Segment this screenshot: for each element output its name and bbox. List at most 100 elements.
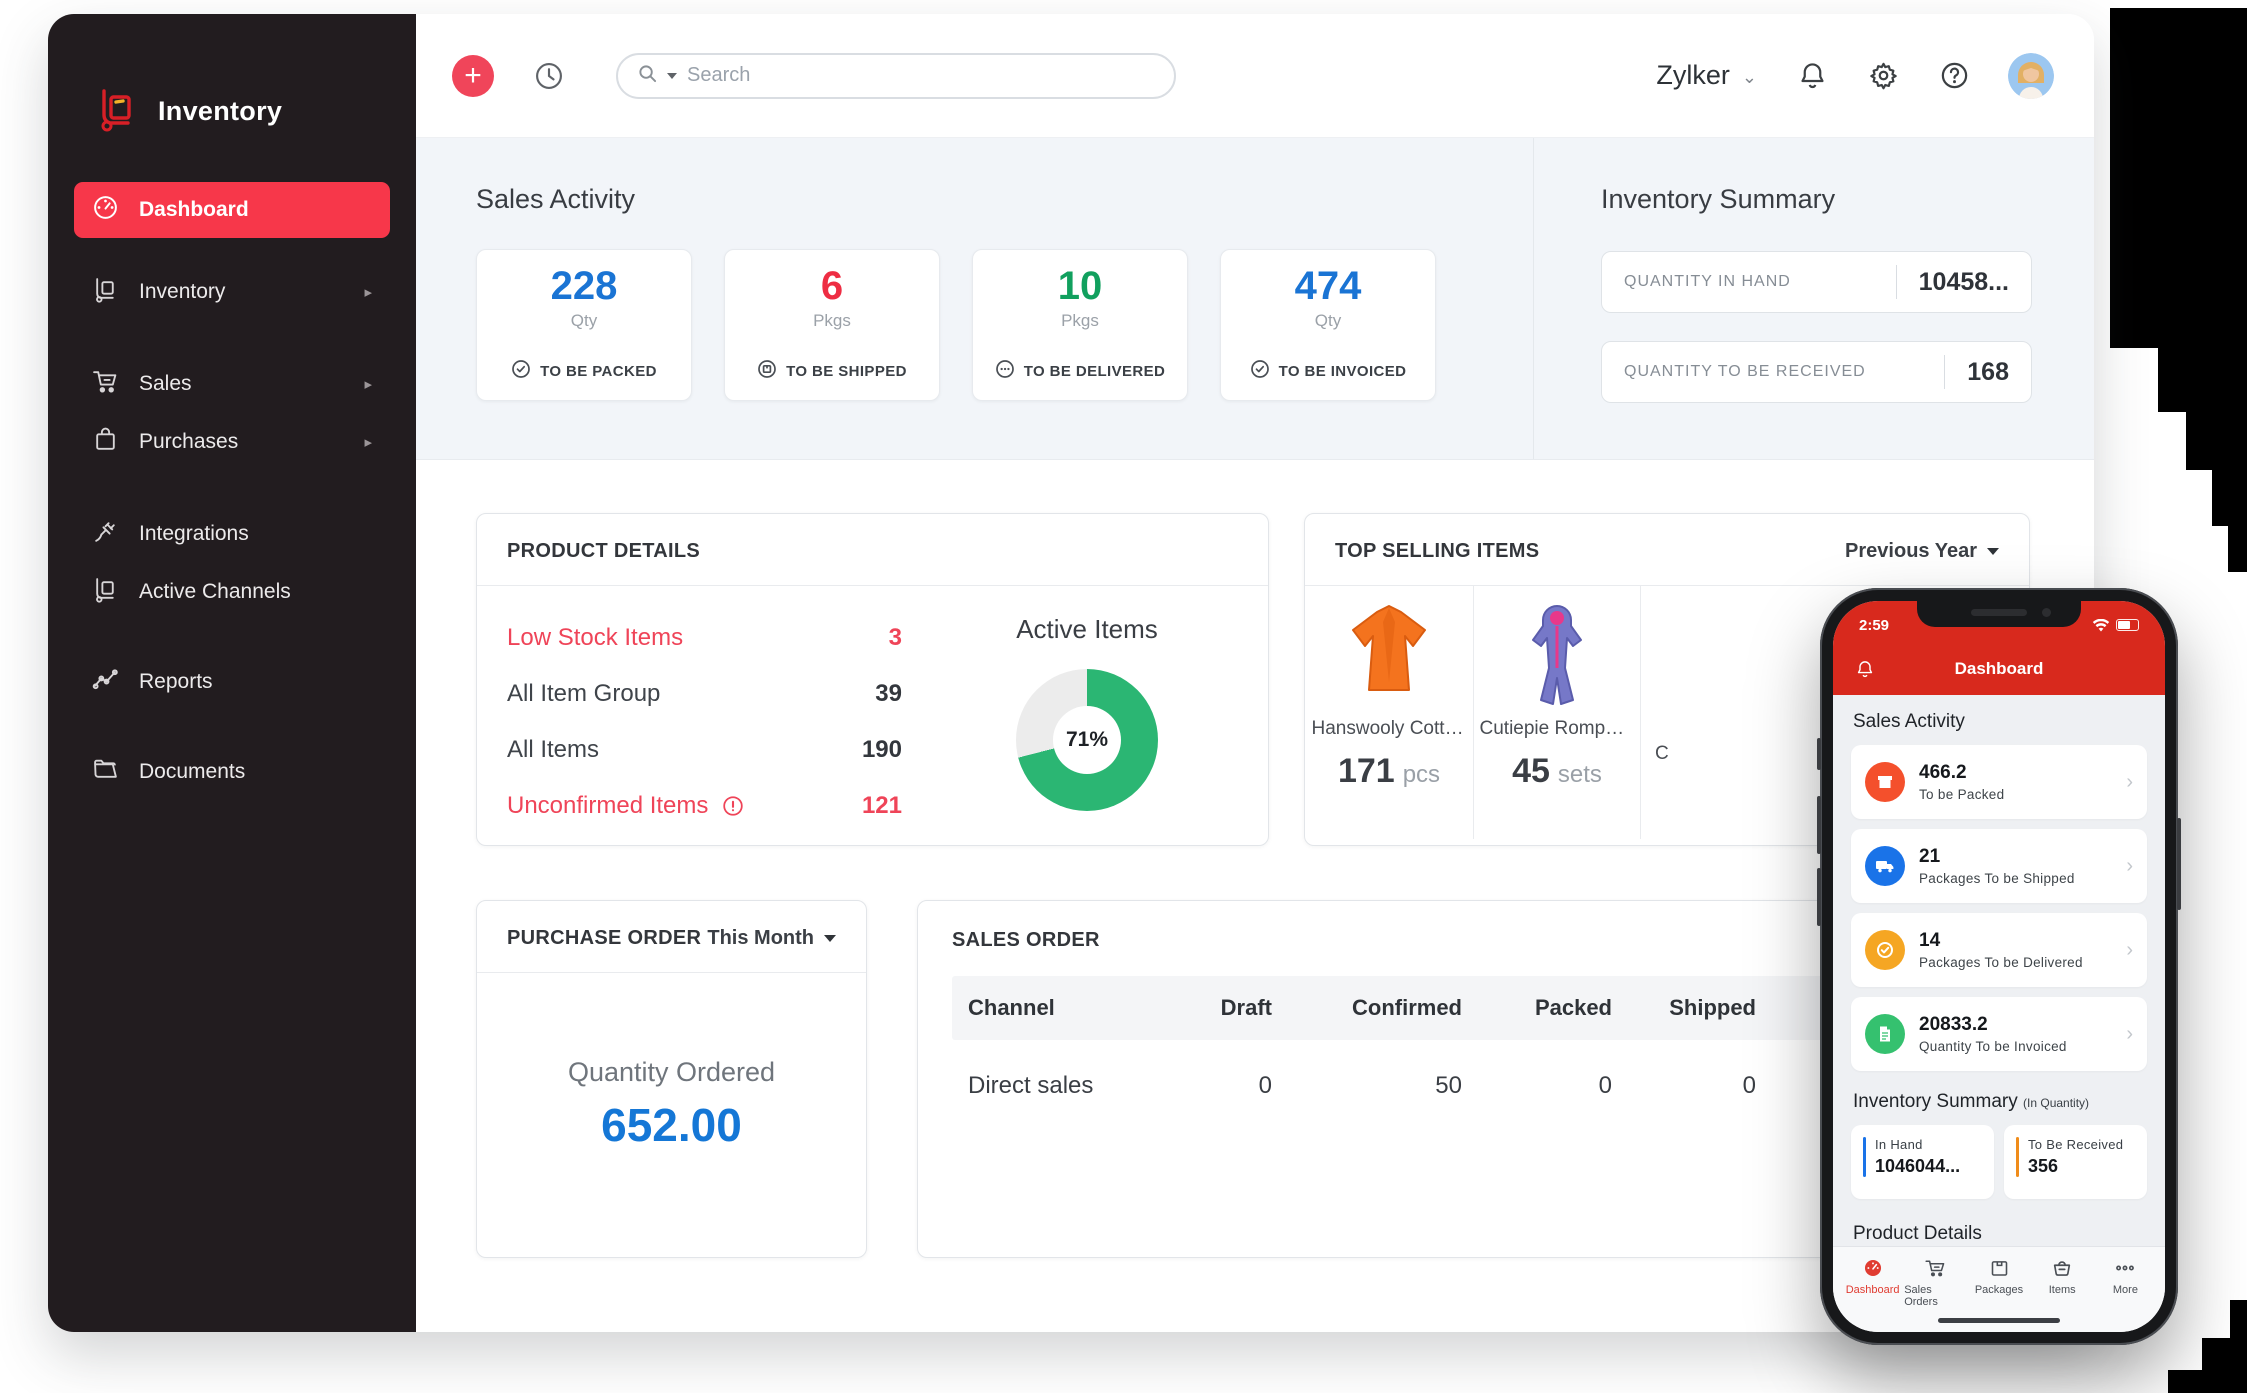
sidebar-item-integrations[interactable]: Integrations <box>74 506 390 562</box>
row-label: All Items <box>507 736 599 764</box>
purchase-order-range-dropdown[interactable]: This Month <box>707 927 836 950</box>
metric-value: 474 <box>1295 264 1362 309</box>
phone-screen: 2:59 Dash <box>1833 601 2165 1332</box>
quick-create-button[interactable]: + <box>452 55 494 97</box>
metric-value: 228 <box>551 264 618 309</box>
metric-unit: Qty <box>571 311 597 331</box>
card-title: PURCHASE ORDER <box>507 927 701 950</box>
tab-label: Packages <box>1975 1284 2023 1296</box>
item-qty: 45 <box>1512 752 1550 790</box>
all-items-row[interactable]: All Items 190 <box>507 722 902 778</box>
org-switcher[interactable]: Zylker ⌄ <box>1656 60 1757 91</box>
metric-value: 10 <box>1058 264 1103 309</box>
top-selling-range-dropdown[interactable]: Previous Year <box>1845 540 1999 563</box>
item-qty: 171 <box>1338 752 1395 790</box>
inventory-summary-section: Inventory Summary QUANTITY IN HAND 10458… <box>1533 138 2094 459</box>
sales-activity-section: Sales Activity 228 Qty T <box>416 138 1533 459</box>
sidebar-item-label: Dashboard <box>139 198 249 222</box>
phone-nav-bar: Dashboard <box>1833 643 2165 695</box>
cart-icon <box>1924 1257 1947 1279</box>
artifact-top-right-2 <box>2158 348 2247 412</box>
sidebar-item-inventory[interactable]: Inventory ▸ <box>74 264 390 320</box>
handtruck-icon <box>92 276 119 309</box>
phone-home-indicator <box>1938 1318 2060 1323</box>
tab-label: Sales Orders <box>1904 1284 1967 1308</box>
quantity-to-be-received-row: QUANTITY TO BE RECEIVED 168 <box>1601 341 2032 403</box>
cardigan-image <box>1329 600 1449 708</box>
info-icon[interactable] <box>722 795 744 817</box>
sidebar-item-active-channels[interactable]: Active Channels <box>74 564 390 620</box>
column-header: Shipped <box>1612 995 1756 1021</box>
metric-label: TO BE SHIPPED <box>786 363 907 380</box>
sidebar-item-sales[interactable]: Sales ▸ <box>74 356 390 412</box>
row-label: QUANTITY IN HAND <box>1624 273 1791 291</box>
reports-icon <box>92 666 119 699</box>
card-title: TOP SELLING ITEMS <box>1335 540 1539 563</box>
search-scope-caret-icon[interactable] <box>667 73 677 79</box>
phone-card-to-be-delivered: 14 Packages To be Delivered › <box>1851 913 2147 987</box>
sidebar-item-label: Purchases <box>139 430 238 454</box>
phone-metric-label: Packages To be Delivered <box>1919 955 2083 970</box>
column-header: Draft <box>1152 995 1272 1021</box>
row-value: 168 <box>1945 358 2009 387</box>
row-value: 3 <box>889 624 902 652</box>
inventory-summary-title: Inventory Summary <box>1601 184 2032 215</box>
all-item-group-row[interactable]: All Item Group 39 <box>507 666 902 722</box>
avatar[interactable] <box>2008 53 2054 99</box>
sidebar-item-purchases[interactable]: Purchases ▸ <box>74 414 390 470</box>
phone-metric-label: Packages To be Shipped <box>1919 871 2075 886</box>
sidebar-item-label: Integrations <box>139 522 249 546</box>
artifact-top-right-1 <box>2110 8 2247 348</box>
card-title: SALES ORDER <box>952 929 1100 951</box>
sales-activity-card-to-be-shipped[interactable]: 6 Pkgs TO BE SHIPPED <box>724 249 940 401</box>
phone-power-button <box>2177 818 2181 910</box>
sidebar-item-reports[interactable]: Reports <box>74 654 390 710</box>
column-header: Packed <box>1462 995 1612 1021</box>
donut-percent-label: 71% <box>1066 728 1108 752</box>
range-label: Previous Year <box>1845 540 1977 563</box>
app-title: Inventory <box>158 96 282 127</box>
active-items-donut-chart: 71% <box>1016 669 1158 811</box>
check-circle-icon <box>1250 359 1270 384</box>
channel-cell: Direct sales <box>952 1072 1152 1100</box>
package-icon <box>1865 762 1905 802</box>
phone-metric-value: 466.2 <box>1919 762 2004 784</box>
active-items-title: Active Items <box>1016 614 1158 645</box>
dashboard-icon <box>1862 1257 1884 1279</box>
item-name: C <box>1655 743 1669 765</box>
phone-inventory-summary-title: Inventory Summary <box>1853 1091 2018 1112</box>
org-name: Zylker <box>1656 60 1730 91</box>
sidebar-item-dashboard[interactable]: Dashboard <box>74 182 390 238</box>
sales-activity-card-to-be-packed[interactable]: 228 Qty TO BE PACKED <box>476 249 692 401</box>
help-button[interactable] <box>1939 60 1970 91</box>
notifications-button[interactable] <box>1797 60 1828 91</box>
search-box[interactable] <box>616 53 1176 99</box>
artifact-top-right-5 <box>2228 526 2247 572</box>
metric-label: TO BE DELIVERED <box>1024 363 1166 380</box>
sales-activity-card-to-be-delivered[interactable]: 10 Pkgs TO BE DELIVERED <box>972 249 1188 401</box>
item-name: Cutiepie Rompers-spo... <box>1480 718 1635 740</box>
app-window: Inventory Dashboard <box>48 14 2094 1332</box>
metric-label: TO BE PACKED <box>540 363 657 380</box>
phone-metric-value: 20833.2 <box>1919 1014 2067 1036</box>
truck-icon <box>1865 846 1905 886</box>
unconfirmed-items-row[interactable]: Unconfirmed Items 121 <box>507 778 902 834</box>
sidebar-item-documents[interactable]: Documents <box>74 744 390 800</box>
quantity-ordered-value: 652.00 <box>601 1098 742 1152</box>
top-selling-item: Hanswooly Cotton Cas... 171pcs <box>1305 586 1474 839</box>
low-stock-items-row[interactable]: Low Stock Items 3 <box>507 610 902 666</box>
sidebar: Inventory Dashboard <box>48 14 416 1332</box>
wifi-icon <box>2092 619 2110 632</box>
phone-card-to-be-shipped: 21 Packages To be Shipped › <box>1851 829 2147 903</box>
shipped-cell: 0 <box>1612 1072 1756 1100</box>
settings-button[interactable] <box>1868 60 1899 91</box>
invoice-icon <box>1865 1014 1905 1054</box>
packed-cell: 0 <box>1462 1072 1612 1100</box>
draft-cell: 0 <box>1152 1072 1272 1100</box>
recent-history-button[interactable] <box>532 59 566 93</box>
sales-activity-title: Sales Activity <box>476 184 1533 215</box>
search-input[interactable] <box>687 64 1154 87</box>
tab-label: Dashboard <box>1846 1284 1900 1296</box>
shipment-circle-icon <box>757 359 777 384</box>
sales-activity-card-to-be-invoiced[interactable]: 474 Qty TO BE INVOICED <box>1220 249 1436 401</box>
